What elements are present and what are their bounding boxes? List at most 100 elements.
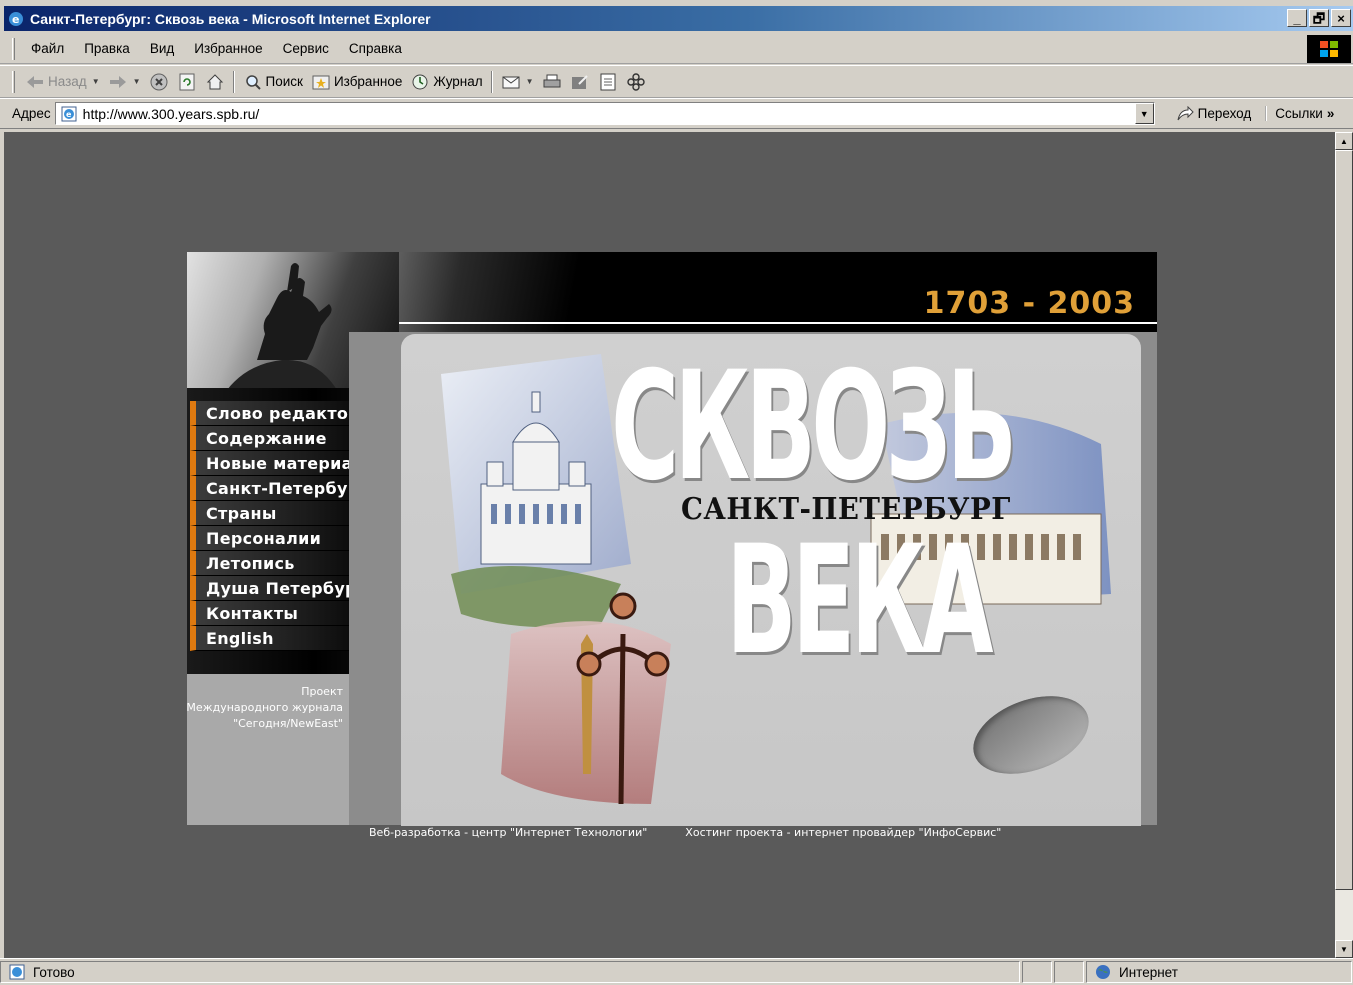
page-icon: e [59,104,79,124]
edit-icon [570,72,590,92]
hero-artwork: СКВОЗЬ ВЕКА САНКТ-ПЕТЕРБУРГ [349,332,1157,826]
nav-item-label: Слово редактора [206,403,372,423]
address-dropdown-icon[interactable]: ▼ [1134,103,1154,124]
scroll-thumb[interactable] [1335,150,1353,890]
refresh-icon [177,72,197,92]
status-bar: Готово Интернет [0,958,1353,985]
project-info-text[interactable]: Проект Международного журнала "Сегодня/N… [183,684,343,732]
favorites-label: Избранное [333,74,403,89]
mail-button[interactable]: ▼ [497,69,538,95]
ie-icon: e [6,9,26,29]
scroll-down-icon[interactable]: ▼ [1335,940,1353,958]
discuss-button[interactable] [594,69,622,95]
scroll-up-icon[interactable]: ▲ [1335,132,1353,150]
address-bar: Адрес e http://www.300.years.spb.ru/ ▼ П… [0,98,1353,129]
status-pane [1054,961,1084,983]
home-button[interactable] [201,69,229,95]
site-frame: 1703 - 2003 Слово редактора Содержание Н… [186,252,1157,826]
project-line: "Сегодня/NewEast" [233,717,343,730]
nav-item-label: Летопись [206,553,295,573]
back-arrow-icon [25,72,45,92]
nav-item-label: Контакты [206,603,299,623]
brand-title-line2: ВЕКА [726,514,994,688]
zone-label: Интернет [1119,964,1178,980]
menu-favorites[interactable]: Избранное [184,41,272,56]
project-line: Международного журнала [186,701,343,714]
go-button[interactable]: Переход [1175,104,1252,124]
nav-item-label: Содержание [206,428,327,448]
address-label: Адрес [12,106,51,121]
windows-logo-icon [1307,35,1351,63]
links-button[interactable]: Ссылки » [1265,106,1334,121]
vertical-scrollbar[interactable]: ▲ ▼ [1335,132,1353,958]
security-zone: Интернет [1086,961,1352,983]
go-label: Переход [1197,106,1252,121]
menu-help[interactable]: Справка [339,41,412,56]
menu-file[interactable]: Файл [21,41,74,56]
status-text: Готово [33,964,75,980]
toolbar-grip[interactable] [12,37,15,60]
edit-button[interactable] [566,69,594,95]
search-button[interactable]: Поиск [239,69,307,95]
toolbar-grip[interactable] [12,70,15,93]
page-done-icon [7,962,27,982]
project-info-panel: Проект Международного журнала "Сегодня/N… [186,674,349,825]
window-title: Санкт-Петербург: Сквозь века - Microsoft… [30,10,431,27]
forward-arrow-icon [108,72,128,92]
page-viewport: 1703 - 2003 Слово редактора Содержание Н… [4,132,1335,958]
globe-icon [1093,962,1113,982]
hero-panel: СКВОЗЬ ВЕКА САНКТ-ПЕТЕРБУРГ [401,334,1141,826]
favorites-button[interactable]: Избранное [307,69,406,95]
brand-title-line1: СКВОЗЬ [611,340,1017,514]
search-icon [243,72,263,92]
nav-item-label: Персоналии [206,528,322,548]
document-icon [598,72,618,92]
mail-icon [501,72,521,92]
go-arrow-icon [1175,104,1195,124]
history-icon [410,72,430,92]
header-divider [399,322,1157,324]
menu-view[interactable]: Вид [140,41,184,56]
favorites-icon [311,72,331,92]
close-button[interactable]: × [1331,9,1351,27]
maximize-button[interactable]: 🗗 [1309,9,1329,27]
address-url: http://www.300.years.spb.ru/ [82,105,260,122]
history-button[interactable]: Журнал [406,69,486,95]
links-label: Ссылки [1275,106,1323,121]
search-label: Поиск [265,74,303,89]
stop-button[interactable] [145,69,173,95]
minimize-button[interactable]: _ [1287,9,1307,27]
messenger-icon [626,72,646,92]
back-dropdown-icon[interactable]: ▼ [92,77,100,86]
forward-button[interactable]: ▼ [104,69,145,95]
nav-item-label: English [206,628,274,648]
menu-tools[interactable]: Сервис [273,41,339,56]
mail-dropdown-icon[interactable]: ▼ [526,77,534,86]
status-main-pane: Готово [0,961,1020,983]
status-pane [1022,961,1052,983]
project-line: Проект [301,685,343,698]
menu-bar: Файл Правка Вид Избранное Сервис Справка [0,34,1353,64]
standard-toolbar: Назад ▼ ▼ Поиск Избранное Журнал ▼ [0,65,1353,98]
svg-text:e: e [66,110,72,119]
brand-city: САНКТ-ПЕТЕРБУРГ [681,492,1011,527]
dev-credit-link[interactable]: Веб-разработка - центр "Интернет Техноло… [369,826,647,839]
refresh-button[interactable] [173,69,201,95]
back-button[interactable]: Назад ▼ [21,69,104,95]
messenger-button[interactable] [622,69,650,95]
print-button[interactable] [538,69,566,95]
hosting-credit-link[interactable]: Хостинг проекта - интернет провайдер "Ин… [685,826,1001,839]
nav-item-label: Санкт-Петербург [206,478,369,498]
history-label: Журнал [433,74,483,89]
home-icon [205,72,225,92]
menu-edit[interactable]: Правка [74,41,140,56]
address-input[interactable]: e http://www.300.years.spb.ru/ ▼ [54,102,1155,125]
forward-dropdown-icon[interactable]: ▼ [133,77,141,86]
years-label: 1703 - 2003 [923,286,1135,321]
nav-item-label: Страны [206,503,277,523]
print-icon [542,72,562,92]
toolbar-separator [232,70,235,93]
svg-text:e: e [12,13,19,26]
toolbar-separator [490,70,493,93]
stop-icon [149,72,169,92]
